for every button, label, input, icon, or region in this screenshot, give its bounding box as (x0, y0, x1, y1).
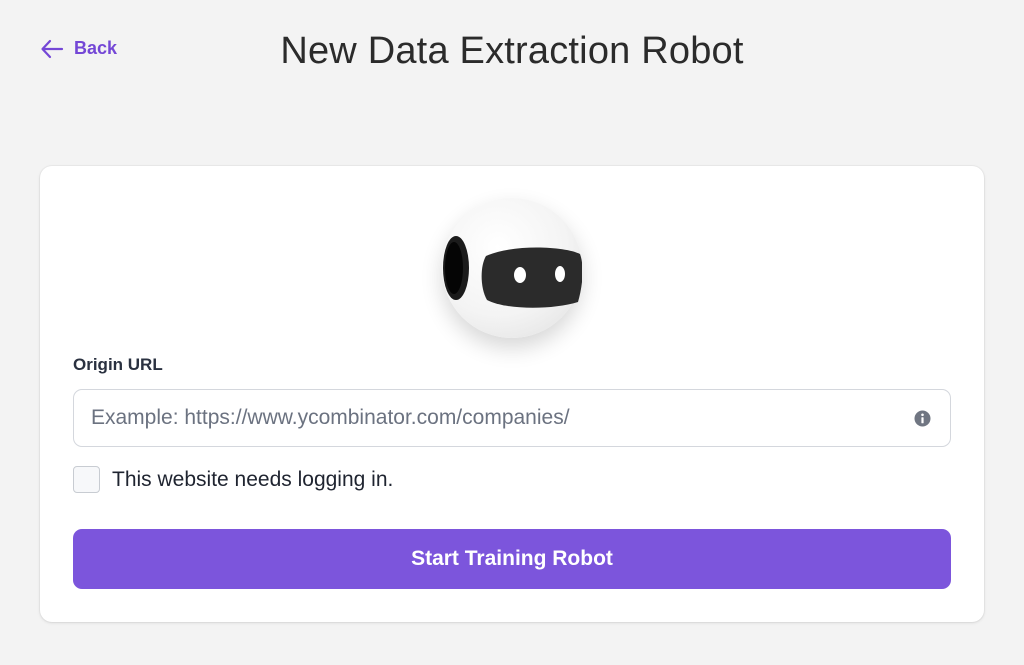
info-icon[interactable] (914, 410, 931, 427)
page-title: New Data Extraction Robot (280, 30, 744, 72)
login-checkbox-label: This website needs logging in. (112, 467, 394, 491)
robot-form-card: Origin URL This website needs logging in… (40, 166, 984, 622)
robot-icon (443, 236, 582, 308)
robot-avatar (442, 198, 582, 338)
login-checkbox-row[interactable]: This website needs logging in. (73, 466, 393, 493)
origin-url-field (73, 389, 951, 447)
login-checkbox[interactable] (73, 466, 100, 493)
origin-url-input[interactable] (74, 390, 894, 446)
page: Back New Data Extraction Robot Origin UR… (0, 0, 1024, 665)
start-training-button[interactable]: Start Training Robot (73, 529, 951, 589)
origin-url-label: Origin URL (73, 355, 163, 374)
